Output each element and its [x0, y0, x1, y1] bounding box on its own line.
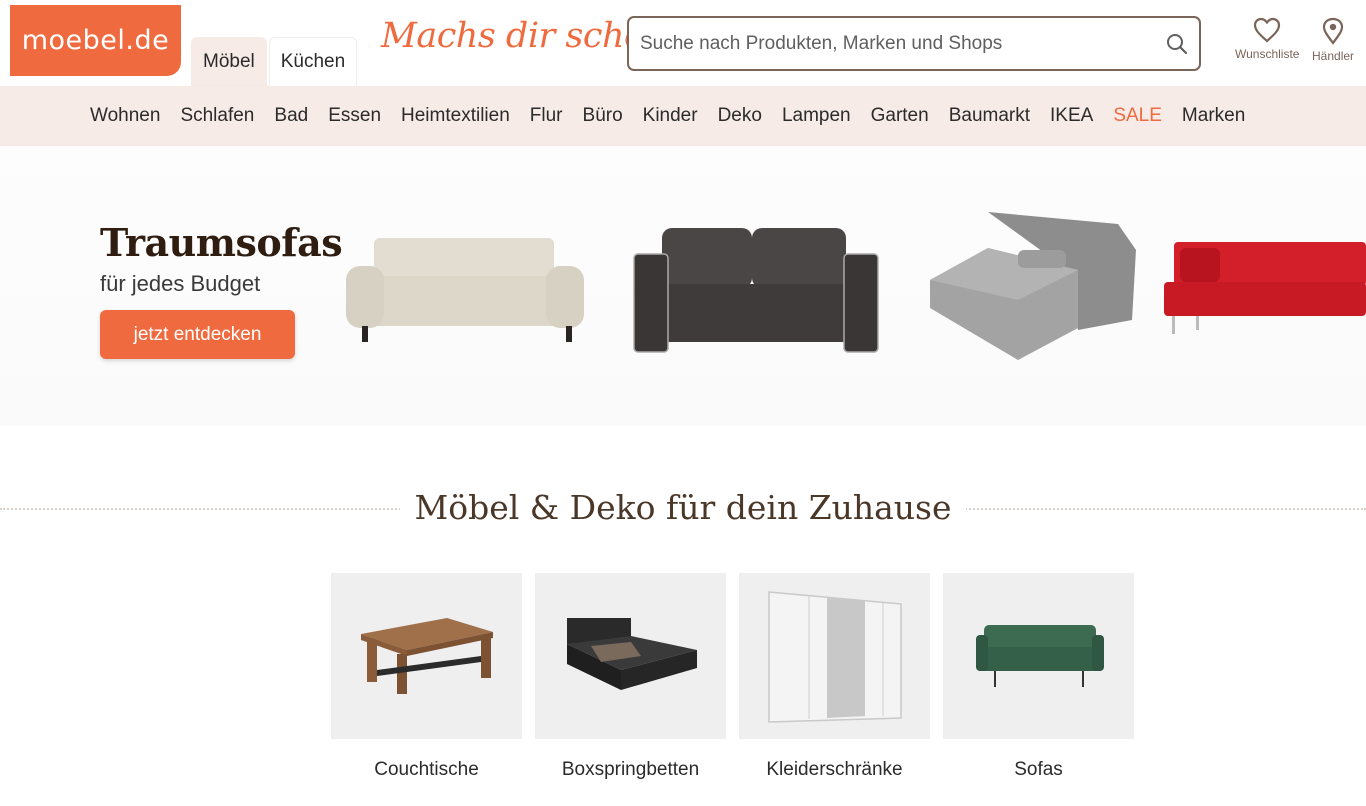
red-sofa-image [1164, 242, 1366, 334]
location-pin-icon [1322, 17, 1344, 45]
hero-subtitle: für jedes Budget [100, 271, 261, 296]
category-label: Kleiderschränke [766, 759, 903, 780]
nav-item-heimtextilien[interactable]: Heimtextilien [391, 105, 520, 127]
category-image [943, 573, 1134, 739]
wardrobe-icon [767, 591, 902, 723]
section-header: Möbel & Deko für dein Zuhause [0, 488, 1366, 532]
nav-item-ikea[interactable]: IKEA [1040, 105, 1103, 127]
coffee-table-icon [360, 618, 493, 694]
nav-item-essen[interactable]: Essen [318, 105, 391, 127]
hero-banner[interactable]: Traumsofas für jedes Budget jetzt entdec… [0, 146, 1366, 426]
nav-item-deko[interactable]: Deko [708, 105, 772, 127]
wishlist-button[interactable]: Wunschliste [1235, 17, 1299, 61]
hero-cta-button[interactable]: jetzt entdecken [100, 310, 295, 359]
nav-item-bad[interactable]: Bad [264, 105, 318, 127]
section-title: Möbel & Deko für dein Zuhause [0, 488, 1366, 527]
site-header: moebel.de Möbel Küchen Machs dir schoen.… [0, 0, 1366, 86]
nav-item-wohnen[interactable]: Wohnen [80, 105, 170, 127]
dealer-button[interactable]: Händler [1312, 17, 1354, 63]
logo[interactable]: moebel.de [10, 5, 181, 76]
nav-item-garten[interactable]: Garten [861, 105, 939, 127]
category-card-couchtische[interactable]: Couchtische [331, 573, 522, 781]
tab-moebel[interactable]: Möbel [191, 37, 267, 86]
category-grid: Couchtische Boxspringbetten Kleiderschrä… [331, 573, 1147, 781]
main-nav: Wohnen Schlafen Bad Essen Heimtextilien … [0, 86, 1366, 146]
search-icon[interactable] [1155, 22, 1199, 66]
category-label: Sofas [1014, 759, 1063, 780]
search-bar [627, 16, 1201, 71]
heart-icon [1254, 17, 1281, 43]
dark-sofa-image [633, 228, 879, 353]
green-sofa-icon [975, 625, 1104, 687]
search-input[interactable] [629, 18, 1155, 69]
category-card-boxspringbetten[interactable]: Boxspringbetten [535, 573, 726, 781]
hero-title: Traumsofas [100, 220, 343, 265]
nav-item-baumarkt[interactable]: Baumarkt [939, 105, 1040, 127]
nav-item-kinder[interactable]: Kinder [633, 105, 708, 127]
beige-sofa-image [346, 238, 584, 342]
nav-item-schlafen[interactable]: Schlafen [170, 105, 264, 127]
category-label: Boxspringbetten [561, 759, 700, 780]
nav-item-flur[interactable]: Flur [520, 105, 573, 127]
category-image [331, 573, 522, 739]
category-card-kleiderschraenke[interactable]: Kleiderschränke [739, 573, 930, 781]
grey-sofa-bed-image [930, 212, 1136, 360]
dealer-label: Händler [1312, 49, 1355, 63]
category-image [739, 573, 930, 739]
nav-item-buero[interactable]: Büro [573, 105, 633, 127]
category-card-sofas[interactable]: Sofas [943, 573, 1134, 781]
wishlist-label: Wunschliste [1235, 47, 1300, 61]
category-image [535, 573, 726, 739]
category-tabs: Möbel Küchen [191, 37, 359, 86]
boxspring-bed-icon [566, 618, 697, 690]
category-label: Couchtische [374, 759, 479, 780]
tab-kuechen[interactable]: Küchen [268, 37, 358, 86]
nav-item-sale[interactable]: SALE [1103, 105, 1172, 127]
nav-item-marken[interactable]: Marken [1172, 105, 1255, 127]
nav-item-lampen[interactable]: Lampen [772, 105, 861, 127]
